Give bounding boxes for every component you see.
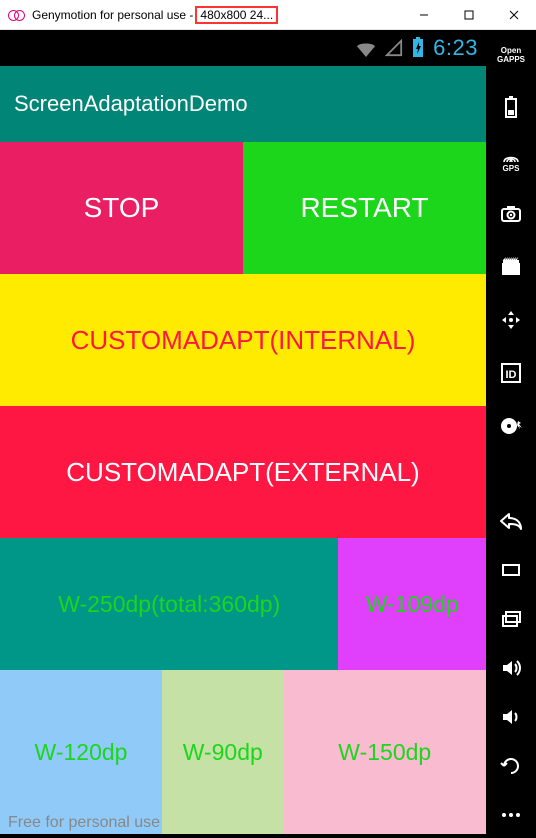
w250-label: W-250dp(total:360dp) (58, 591, 280, 618)
w109-label: W-109dp (366, 591, 459, 618)
statusbar-clock: 6:23 (433, 35, 478, 61)
w120-cell[interactable]: W-120dp (0, 670, 162, 834)
identifiers-icon[interactable]: ID (498, 360, 524, 386)
disk-io-icon[interactable] (498, 413, 524, 439)
client-area: 6:23 ScreenAdaptationDemo STOP RESTART C… (0, 30, 536, 838)
volume-up-button[interactable] (498, 655, 524, 681)
customadapt-internal-label: CUSTOMADAPT(INTERNAL) (71, 325, 416, 356)
row-2: CUSTOMADAPT(INTERNAL) (0, 274, 486, 406)
customadapt-internal-button[interactable]: CUSTOMADAPT(INTERNAL) (0, 274, 486, 406)
close-button[interactable] (491, 0, 536, 30)
stop-label: STOP (84, 192, 160, 224)
open-gapps-bot: GAPPS (497, 55, 525, 64)
w250-cell[interactable]: W-250dp(total:360dp) (0, 538, 338, 670)
android-home-button[interactable] (498, 557, 524, 583)
w90-cell[interactable]: W-90dp (162, 670, 284, 834)
w120-label: W-120dp (35, 739, 128, 766)
window-title-prefix: Genymotion for personal use - (32, 8, 193, 22)
emulator-screen: 6:23 ScreenAdaptationDemo STOP RESTART C… (0, 30, 486, 838)
maximize-button[interactable] (446, 0, 491, 30)
row-3: CUSTOMADAPT(EXTERNAL) (0, 406, 486, 538)
window-titlebar: Genymotion for personal use - 480x800 24… (0, 0, 536, 30)
more-button[interactable] (498, 802, 524, 828)
app-content: STOP RESTART CUSTOMADAPT(INTERNAL) CUSTO… (0, 142, 486, 838)
app-title: ScreenAdaptationDemo (14, 91, 248, 117)
android-statusbar: 6:23 (0, 30, 486, 66)
genymotion-sidebar: Open GAPPS GPS ID (486, 30, 536, 838)
watermark-text: Free for personal use (8, 814, 160, 832)
gps-icon[interactable]: GPS (498, 148, 524, 174)
rotate-screen-button[interactable] (498, 753, 524, 779)
w150-cell[interactable]: W-150dp (284, 670, 487, 834)
w150-label: W-150dp (338, 739, 431, 766)
android-back-button[interactable] (498, 508, 524, 534)
svg-text:ID: ID (506, 369, 517, 381)
window-title-resolution: 480x800 24... (195, 6, 278, 24)
window-buttons (401, 0, 536, 30)
battery-charging-icon (411, 37, 425, 59)
stop-button[interactable]: STOP (0, 142, 243, 274)
row-4: W-250dp(total:360dp) W-109dp (0, 538, 486, 670)
volume-down-button[interactable] (498, 704, 524, 730)
screencast-icon[interactable] (498, 254, 524, 280)
open-gapps-button[interactable]: Open GAPPS (498, 42, 524, 68)
gps-label: GPS (503, 164, 520, 173)
remote-control-icon[interactable] (498, 307, 524, 333)
customadapt-external-button[interactable]: CUSTOMADAPT(EXTERNAL) (0, 406, 486, 538)
restart-label: RESTART (300, 192, 428, 224)
open-gapps-top: Open (501, 46, 521, 55)
restart-button[interactable]: RESTART (243, 142, 486, 274)
w109-cell[interactable]: W-109dp (338, 538, 486, 670)
android-recent-button[interactable] (498, 606, 524, 632)
genymotion-logo-icon (8, 9, 26, 21)
camera-icon[interactable] (498, 201, 524, 227)
row-1: STOP RESTART (0, 142, 486, 274)
customadapt-external-label: CUSTOMADAPT(EXTERNAL) (66, 457, 419, 488)
w90-label: W-90dp (183, 739, 263, 766)
battery-icon[interactable] (498, 95, 524, 121)
app-action-bar: ScreenAdaptationDemo (0, 66, 486, 142)
row-5: W-120dp W-90dp W-150dp (0, 670, 486, 834)
minimize-button[interactable] (401, 0, 446, 30)
wifi-icon (355, 39, 377, 57)
cell-signal-icon (385, 39, 403, 57)
